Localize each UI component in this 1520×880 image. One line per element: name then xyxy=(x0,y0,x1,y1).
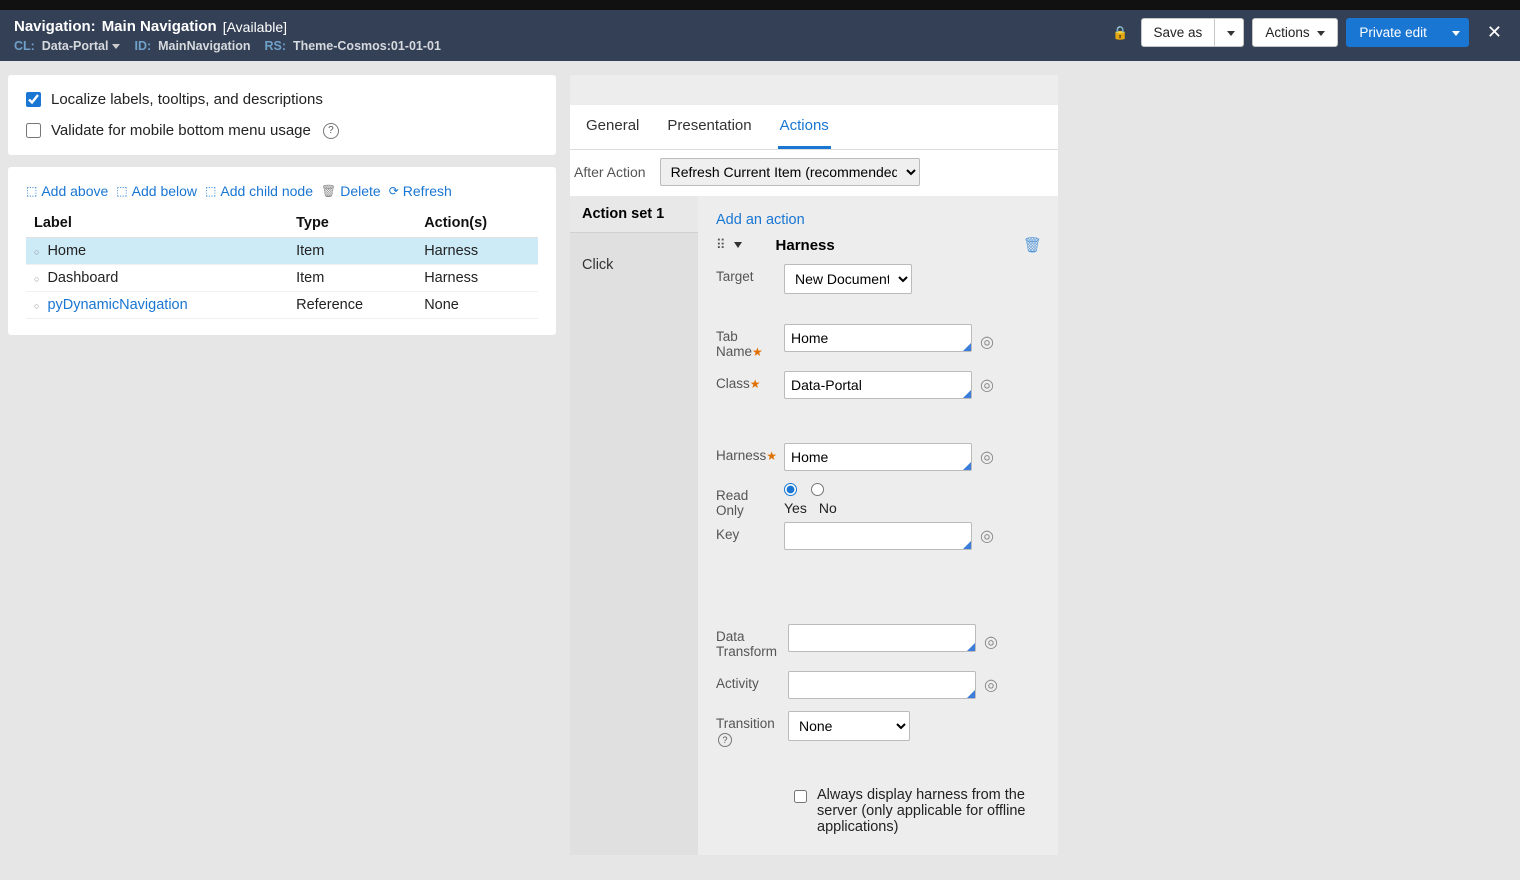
properties-panel: General Presentation Actions After Actio… xyxy=(570,75,1058,855)
node-bullet-icon: ○ xyxy=(34,274,39,284)
activity-label: Activity xyxy=(716,671,780,691)
crosshair-icon[interactable]: ◎ xyxy=(980,375,994,395)
page-title: Navigation: Main Navigation [Available] xyxy=(14,18,441,35)
event-click[interactable]: Click xyxy=(570,233,698,297)
after-action-select[interactable]: Refresh Current Item (recommended) xyxy=(660,158,920,186)
options-card: Localize labels, tooltips, and descripti… xyxy=(8,75,556,155)
transition-label: Transition ? xyxy=(716,711,780,747)
key-input[interactable] xyxy=(784,522,972,550)
add-child-icon: ⬚ xyxy=(205,184,216,198)
crosshair-icon[interactable]: ◎ xyxy=(984,632,998,652)
add-below-icon: ⬚ xyxy=(116,184,127,198)
key-label: Key xyxy=(716,522,776,542)
tab-name-label: Tab Name★ xyxy=(716,324,776,359)
crosshair-icon[interactable]: ◎ xyxy=(980,526,994,546)
actions-button[interactable]: Actions xyxy=(1252,18,1338,47)
data-transform-input[interactable] xyxy=(788,624,976,652)
node-label: Dashboard xyxy=(47,270,118,286)
add-action-link[interactable]: Add an action xyxy=(716,212,805,228)
after-action-label: After Action xyxy=(574,164,646,180)
harness-label: Harness★ xyxy=(716,443,776,463)
private-edit-button[interactable]: Private edit xyxy=(1346,18,1440,47)
drag-handle-icon[interactable]: ⠿ xyxy=(716,237,724,253)
node-actions: Harness xyxy=(416,238,538,265)
action-form: Add an action ⠿ Harness 🗑 Target New Doc… xyxy=(698,196,1058,855)
offline-checkbox[interactable] xyxy=(794,790,807,803)
action-name: Harness xyxy=(776,237,835,254)
localize-checkbox[interactable] xyxy=(26,92,41,107)
node-type: Item xyxy=(288,265,416,292)
navigation-tree-card: ⬚Add above ⬚Add below ⬚Add child node 🗑D… xyxy=(8,167,556,335)
table-row[interactable]: ○ Dashboard ItemHarness xyxy=(26,265,538,292)
node-bullet-icon: ○ xyxy=(34,301,39,311)
target-select[interactable]: New Document xyxy=(784,264,912,294)
add-below-link[interactable]: ⬚Add below xyxy=(116,183,197,199)
node-label: Home xyxy=(47,243,86,259)
class-input[interactable] xyxy=(784,371,972,399)
nav-table: Label Type Action(s) ○ Home ItemHarness ○ Da… xyxy=(26,209,538,319)
refresh-link[interactable]: ⟳Refresh xyxy=(389,183,452,199)
after-action-row: After Action Refresh Current Item (recom… xyxy=(570,150,1058,196)
read-only-yes-radio[interactable] xyxy=(784,483,797,496)
action-set-header[interactable]: Action set 1 xyxy=(570,196,698,233)
save-as-button[interactable]: Save as xyxy=(1141,18,1216,47)
close-icon[interactable]: ✕ xyxy=(1483,22,1506,43)
transition-select[interactable]: None xyxy=(788,711,910,741)
chevron-down-icon[interactable] xyxy=(734,242,742,248)
crosshair-icon[interactable]: ◎ xyxy=(984,675,998,695)
tab-name-input[interactable] xyxy=(784,324,972,352)
node-bullet-icon: ○ xyxy=(34,247,39,257)
add-child-link[interactable]: ⬚Add child node xyxy=(205,183,313,199)
rule-meta: CL: Data-Portal ID: MainNavigation RS: T… xyxy=(14,39,441,53)
validate-mobile-label: Validate for mobile bottom menu usage xyxy=(51,122,311,139)
delete-link[interactable]: 🗑Delete xyxy=(321,183,381,199)
save-as-menu-button[interactable] xyxy=(1215,18,1244,47)
tab-general[interactable]: General xyxy=(584,105,641,149)
harness-input[interactable] xyxy=(784,443,972,471)
validate-mobile-checkbox-row[interactable]: Validate for mobile bottom menu usage ? xyxy=(26,122,538,139)
properties-tabs: General Presentation Actions xyxy=(570,105,1058,150)
tab-actions[interactable]: Actions xyxy=(778,105,831,149)
node-actions: None xyxy=(416,292,538,319)
help-icon[interactable]: ? xyxy=(718,733,732,747)
col-type: Type xyxy=(288,209,416,238)
localize-label: Localize labels, tooltips, and descripti… xyxy=(51,91,323,108)
lock-icon: 🔒 xyxy=(1112,25,1128,41)
tab-presentation[interactable]: Presentation xyxy=(665,105,753,149)
no-label: No xyxy=(819,500,837,516)
add-above-link[interactable]: ⬚Add above xyxy=(26,183,108,199)
read-only-no-radio[interactable] xyxy=(811,483,824,496)
delete-action-icon[interactable]: 🗑 xyxy=(1023,236,1042,254)
class-label: Class★ xyxy=(716,371,776,391)
tree-toolbar: ⬚Add above ⬚Add below ⬚Add child node 🗑D… xyxy=(26,183,538,199)
table-row[interactable]: ○ Home ItemHarness xyxy=(26,238,538,265)
activity-input[interactable] xyxy=(788,671,976,699)
yes-label: Yes xyxy=(784,500,807,516)
trash-icon: 🗑 xyxy=(321,184,336,198)
node-type: Item xyxy=(288,238,416,265)
data-transform-label: Data Transform xyxy=(716,624,780,659)
read-only-label: Read Only xyxy=(716,483,776,518)
rule-header: Navigation: Main Navigation [Available] … xyxy=(0,10,1520,61)
localize-checkbox-row[interactable]: Localize labels, tooltips, and descripti… xyxy=(26,91,538,108)
validate-mobile-checkbox[interactable] xyxy=(26,123,41,138)
col-actions: Action(s) xyxy=(416,209,538,238)
crosshair-icon[interactable]: ◎ xyxy=(980,332,994,352)
col-label: Label xyxy=(26,209,288,238)
action-rail: Action set 1 Click xyxy=(570,196,698,855)
crosshair-icon[interactable]: ◎ xyxy=(980,447,994,467)
target-label: Target xyxy=(716,264,776,284)
help-icon[interactable]: ? xyxy=(323,123,339,139)
node-type: Reference xyxy=(288,292,416,319)
refresh-icon: ⟳ xyxy=(389,184,399,198)
offline-label: Always display harness from the server (… xyxy=(817,787,1042,835)
node-label-link[interactable]: pyDynamicNavigation xyxy=(47,297,187,313)
chevron-down-icon[interactable] xyxy=(112,44,120,49)
private-edit-menu-button[interactable] xyxy=(1440,18,1469,47)
table-row[interactable]: ○ pyDynamicNavigation ReferenceNone xyxy=(26,292,538,319)
offline-checkbox-row[interactable]: Always display harness from the server (… xyxy=(794,787,1042,835)
node-actions: Harness xyxy=(416,265,538,292)
add-above-icon: ⬚ xyxy=(26,184,37,198)
